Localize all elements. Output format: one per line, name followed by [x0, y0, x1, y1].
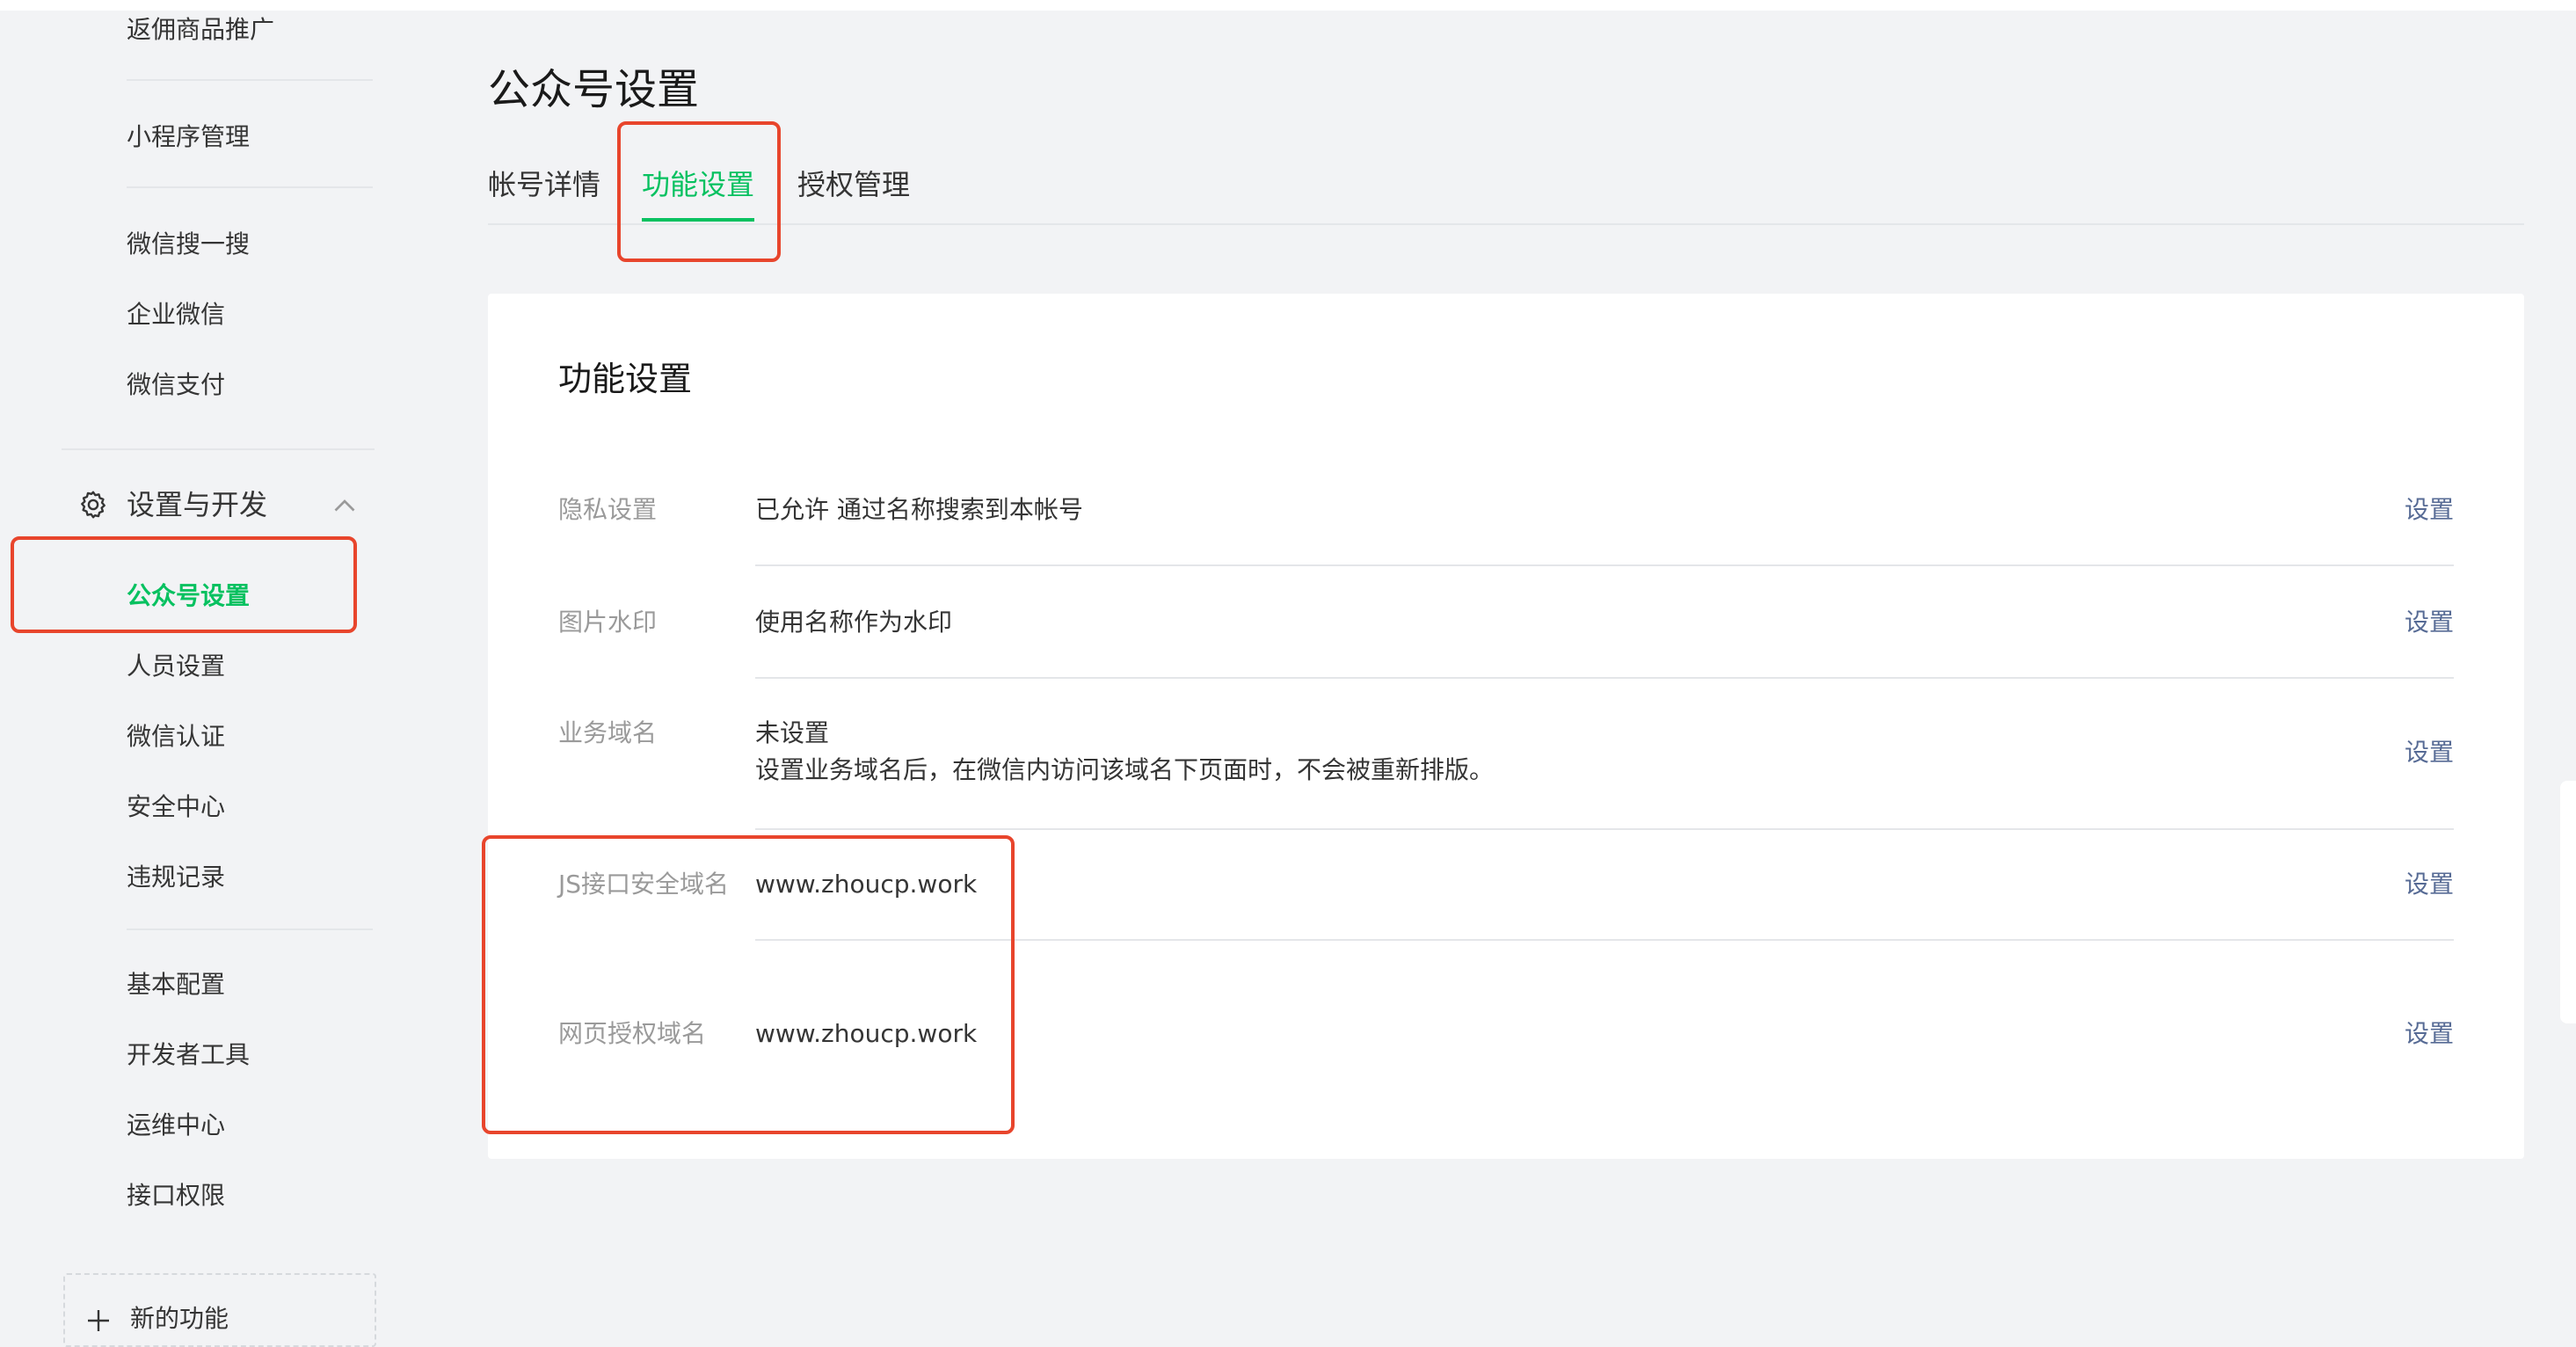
- sidebar-item-api-permissions[interactable]: 接口权限: [127, 1180, 225, 1212]
- setting-value: 未设置: [755, 718, 830, 747]
- row-divider: [755, 828, 2454, 830]
- sidebar-section-title: 设置与开发: [127, 488, 268, 521]
- setting-label: 业务域名: [558, 718, 658, 747]
- sidebar-item-developer-tools[interactable]: 开发者工具: [127, 1039, 250, 1071]
- sidebar: 返佣商品推广 小程序管理 微信搜一搜 企业微信 微信支付 设置与开发 公众号设置…: [0, 11, 422, 1347]
- setting-action-link[interactable]: 设置: [2405, 605, 2454, 640]
- setting-action-link[interactable]: 设置: [2405, 492, 2454, 528]
- setting-action-link[interactable]: 设置: [2405, 735, 2454, 770]
- sidebar-section-settings-dev[interactable]: 设置与开发: [77, 485, 367, 528]
- sidebar-item-violation-records[interactable]: 违规记录: [127, 862, 225, 893]
- tab-account-details[interactable]: 帐号详情: [488, 164, 600, 206]
- chevron-up-icon[interactable]: [329, 491, 360, 522]
- new-feature-label: 新的功能: [130, 1304, 229, 1333]
- sidebar-item-basic-config[interactable]: 基本配置: [127, 969, 225, 1001]
- setting-label: 隐私设置: [558, 495, 658, 524]
- setting-description: 设置业务域名后，在微信内访问该域名下页面时，不会被重新排版。: [755, 755, 1495, 784]
- new-feature-button[interactable]: 新的功能: [63, 1273, 376, 1347]
- sidebar-item-miniprogram[interactable]: 小程序管理: [127, 121, 250, 153]
- tab-authorization[interactable]: 授权管理: [797, 164, 910, 206]
- gear-icon: [81, 491, 106, 519]
- highlight-box-sidebar: [11, 536, 357, 633]
- sidebar-item-wechat-search[interactable]: 微信搜一搜: [127, 229, 250, 260]
- sidebar-item-wechat-verify[interactable]: 微信认证: [127, 721, 225, 753]
- panel-title: 功能设置: [558, 360, 693, 398]
- sidebar-divider: [127, 928, 373, 930]
- setting-action-link[interactable]: 设置: [2405, 867, 2454, 902]
- sidebar-divider: [62, 448, 375, 450]
- sidebar-item-wechat-pay[interactable]: 微信支付: [127, 369, 225, 401]
- setting-value: 已允许 通过名称搜索到本帐号: [755, 495, 1083, 524]
- sidebar-item-member-settings[interactable]: 人员设置: [127, 651, 225, 682]
- page-title: 公众号设置: [488, 65, 700, 114]
- setting-label: 图片水印: [558, 608, 658, 637]
- top-bar: [0, 0, 2576, 11]
- plus-icon: [88, 1310, 109, 1331]
- sidebar-item-rebate-promotion[interactable]: 返佣商品推广: [127, 14, 274, 46]
- setting-action-link[interactable]: 设置: [2405, 1016, 2454, 1052]
- sidebar-divider: [127, 186, 373, 188]
- sidebar-item-wecom[interactable]: 企业微信: [127, 299, 225, 331]
- row-divider: [755, 564, 2454, 566]
- setting-value: 使用名称作为水印: [755, 608, 953, 637]
- side-float-tab[interactable]: [2560, 781, 2576, 1023]
- highlight-box-domains: [482, 835, 1015, 1134]
- sidebar-divider: [127, 79, 373, 81]
- highlight-box-tab: [617, 121, 781, 262]
- sidebar-item-security-center[interactable]: 安全中心: [127, 791, 225, 823]
- sidebar-item-ops-center[interactable]: 运维中心: [127, 1110, 225, 1141]
- row-divider: [755, 677, 2454, 679]
- tab-bar: 帐号详情 功能设置 授权管理: [488, 158, 2524, 225]
